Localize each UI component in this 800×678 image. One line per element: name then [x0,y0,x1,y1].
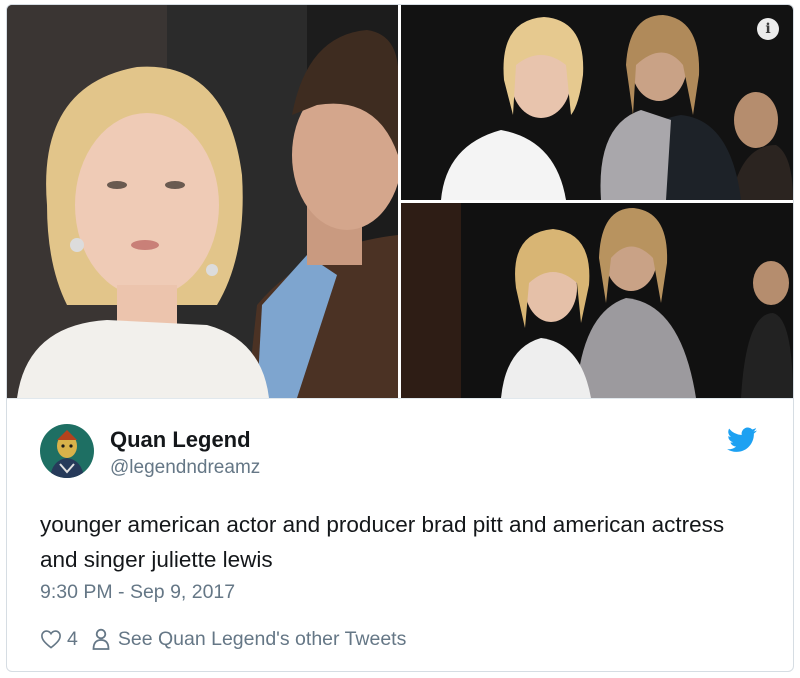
author-handle[interactable]: @legendndreamz [110,457,260,479]
like-button[interactable]: 4 [40,628,78,651]
embedded-tweet-card: i Quan Legend @legendndreamz younger ame… [6,4,794,672]
see-other-tweets-link[interactable]: See Quan Legend's other Tweets [92,628,406,651]
photo-bottom-right[interactable] [401,203,793,398]
info-icon[interactable]: i [757,18,779,40]
tweet-actions: 4 See Quan Legend's other Tweets [40,627,406,651]
like-count: 4 [67,627,78,650]
tweet-timestamp[interactable]: 9:30 PM - Sep 9, 2017 [40,581,235,604]
author-name[interactable]: Quan Legend [110,427,251,453]
avatar[interactable] [40,424,94,478]
photo-top-right[interactable]: i [401,5,793,200]
tweet-body: Quan Legend @legendndreamz younger ameri… [7,399,793,671]
photo-gallery: i [7,5,793,398]
person-icon [92,628,110,650]
photo-main[interactable] [7,5,398,398]
tweet-text: younger american actor and producer brad… [40,512,725,572]
see-other-tweets-label: See Quan Legend's other Tweets [117,627,407,650]
twitter-bird-icon[interactable] [727,427,757,453]
heart-icon [41,630,61,649]
